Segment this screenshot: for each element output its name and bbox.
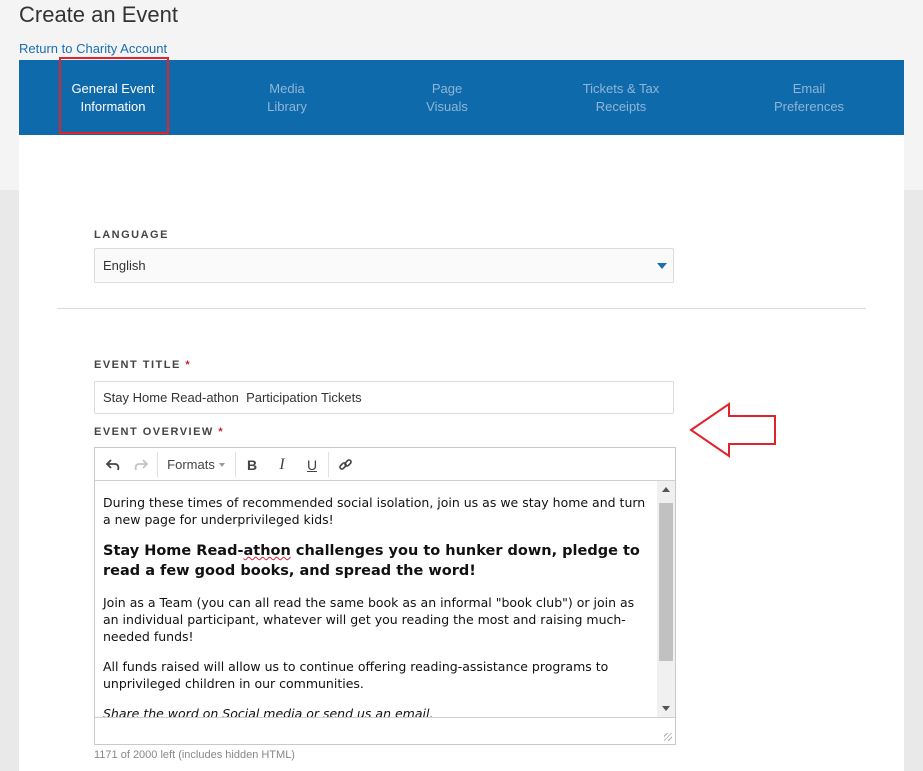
scrollbar-thumb[interactable] — [659, 503, 673, 661]
italic-button[interactable]: I — [270, 448, 294, 481]
scroll-up-icon[interactable] — [662, 487, 670, 492]
language-select-value: English — [103, 258, 146, 273]
tab-media-library[interactable]: Media Library — [227, 60, 347, 135]
event-overview-label: EVENT OVERVIEW * — [94, 426, 225, 438]
event-title-label: EVENT TITLE * — [94, 359, 192, 371]
event-title-input[interactable] — [94, 381, 674, 414]
tab-page-visuals[interactable]: Page Visuals — [387, 60, 507, 135]
editor-content[interactable]: During these times of recommended social… — [95, 481, 657, 717]
toolbar-separator — [235, 452, 236, 477]
editor-scrollbar[interactable] — [657, 481, 675, 717]
resize-grip-icon[interactable] — [664, 733, 672, 741]
redo-button[interactable] — [129, 448, 153, 481]
chevron-down-icon — [218, 462, 225, 467]
link-icon — [338, 459, 352, 470]
overview-paragraph-1: During these times of recommended social… — [103, 495, 646, 527]
tab-email-preferences[interactable]: Email Preferences — [749, 60, 869, 135]
formats-dropdown[interactable]: Formats — [161, 448, 231, 481]
character-counter: 1171 of 2000 left (includes hidden HTML) — [94, 749, 295, 761]
overview-paragraph-4: Share the word on Social media or send u… — [103, 706, 434, 717]
toolbar-separator — [157, 452, 158, 477]
undo-icon — [106, 458, 120, 470]
link-button[interactable] — [333, 448, 357, 481]
required-asterisk: * — [218, 426, 225, 438]
toolbar-separator — [328, 452, 329, 477]
tab-tickets-tax-receipts[interactable]: Tickets & Tax Receipts — [556, 60, 686, 135]
language-label: LANGUAGE — [94, 229, 169, 241]
undo-button[interactable] — [101, 448, 125, 481]
caret-down-icon — [657, 263, 667, 269]
return-to-charity-account-link[interactable]: Return to Charity Account — [19, 41, 167, 56]
editor-toolbar: Formats B I U — [95, 448, 675, 481]
page-title: Create an Event — [19, 2, 178, 27]
event-tabs: General Event Information Media Library Pa… — [19, 60, 904, 135]
scroll-down-icon[interactable] — [662, 706, 670, 711]
tab-general-event-information[interactable]: General Event Information — [59, 60, 167, 135]
spellcheck-word: athon — [243, 543, 291, 559]
required-asterisk: * — [185, 359, 192, 371]
section-divider — [57, 308, 866, 309]
event-overview-editor: Formats B I U During these times of reco… — [94, 447, 676, 745]
overview-paragraph-3: All funds raised will allow us to contin… — [103, 659, 609, 691]
overview-heading: Stay Home Read-athon challenges you to h… — [103, 543, 640, 579]
overview-paragraph-2: Join as a Team (you can all read the sam… — [103, 595, 635, 644]
language-select[interactable]: English — [94, 248, 674, 283]
left-arrow-annotation-icon — [689, 402, 776, 458]
redo-icon — [134, 458, 148, 470]
bold-button[interactable]: B — [240, 448, 264, 481]
editor-statusbar — [95, 717, 675, 744]
underline-button[interactable]: U — [300, 448, 324, 481]
